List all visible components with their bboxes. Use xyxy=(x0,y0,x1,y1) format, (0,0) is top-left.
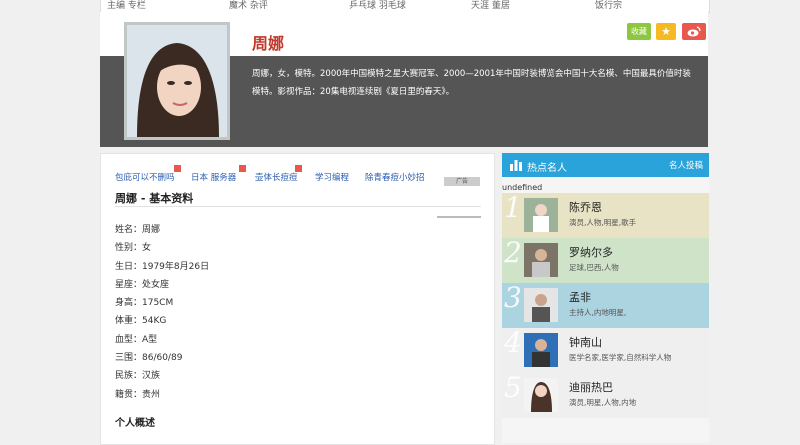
celebrity-tags: 演员,人物,明星,歌手 xyxy=(569,218,637,227)
divider xyxy=(115,206,481,207)
hot-badge xyxy=(174,165,181,172)
celebrity-list-item[interactable]: 1 陈乔恩 演员,人物,明星,歌手 xyxy=(502,191,709,238)
avatar xyxy=(524,288,558,322)
rank-number: 1 xyxy=(504,191,522,224)
info-row: 生日：1979年8月26日 xyxy=(115,261,210,272)
basic-info-list: 姓名：周娜 性别：女 生日：1979年8月26日 星座：处女座 身高：175CM… xyxy=(115,221,209,404)
section-title: 周娜 - 基本资料 xyxy=(115,192,194,205)
top-nav-item[interactable]: 饭行宗 xyxy=(595,0,622,11)
sidebar-title: 热点名人 xyxy=(527,163,567,174)
info-row: 三围：86/60/89 xyxy=(115,353,183,364)
avatar xyxy=(524,378,558,412)
celebrity-name[interactable]: 罗纳尔多 xyxy=(569,244,613,260)
celebrity-name: 周娜 xyxy=(252,34,285,53)
celebrity-tags: 医学名家,医学家,自然科学人物 xyxy=(569,353,672,362)
avatar xyxy=(524,333,558,367)
main-content: 包庇可以不删吗 日本 服务器 壶体长痘痘 学习编程 除青春痘小妙招 广告 周娜 … xyxy=(100,153,495,445)
hot-celebrities-sidebar: 热点名人 名人投稿 undefined 1 陈乔恩 演员,人物,明星,歌手 2 … xyxy=(502,153,709,443)
celebrity-tags: 演员,明星,人物,内地 xyxy=(569,398,637,407)
info-row: 星座：处女座 xyxy=(115,279,170,290)
rank-number: 5 xyxy=(504,371,522,404)
celebrity-tags: 主持人,内地明星, xyxy=(569,308,627,317)
favorite-button[interactable]: 收藏 xyxy=(627,23,651,40)
star-button[interactable]: ★ xyxy=(656,23,676,40)
avatar xyxy=(524,198,558,232)
info-row: 体重：54KG xyxy=(115,316,167,327)
ad-link[interactable]: 除青春痘小妙招 xyxy=(365,171,425,183)
celebrity-name[interactable]: 孟非 xyxy=(569,289,591,305)
info-row: 民族：汉族 xyxy=(115,371,161,382)
rank-number: 3 xyxy=(504,281,522,314)
avatar xyxy=(524,243,558,277)
weibo-icon xyxy=(687,26,701,37)
celebrity-name[interactable]: 钟南山 xyxy=(569,334,602,350)
submit-celebrity-link[interactable]: 名人投稿 xyxy=(669,159,703,171)
info-row: 身高：175CM xyxy=(115,298,174,309)
info-row: 姓名：周娜 xyxy=(115,225,161,235)
celebrity-list-item[interactable]: 3 孟非 主持人,内地明星, xyxy=(502,281,709,328)
celebrity-description: 周娜，女，模特。2000年中国模特之星大赛冠军、2000—2001年中国时装博览… xyxy=(252,69,691,97)
overview-title: 个人概述 xyxy=(115,418,155,429)
ad-badge: 广告 xyxy=(444,177,480,186)
ad-link[interactable]: 学习编程 xyxy=(315,171,349,183)
top-nav-item[interactable]: 主编 专栏 xyxy=(107,0,146,11)
celebrity-portrait xyxy=(124,22,230,140)
celebrity-header: 周娜 周娜，女，模特。2000年中国模特之星大赛冠军、2000—2001年中国时… xyxy=(100,12,708,147)
hot-badge xyxy=(295,165,302,172)
celebrity-list-item[interactable]: 2 罗纳尔多 足球,巴西,人物 xyxy=(502,236,709,283)
top-nav-item[interactable]: 天涯 董居 xyxy=(471,0,510,11)
ad-link[interactable]: 包庇可以不删吗 xyxy=(115,171,175,183)
celebrity-name[interactable]: 迪丽热巴 xyxy=(569,379,613,395)
divider-accent xyxy=(437,216,481,218)
weibo-share-button[interactable] xyxy=(682,23,706,40)
rank-number: 2 xyxy=(504,236,522,269)
info-row: 血型：A型 xyxy=(115,334,158,345)
bar-chart-icon xyxy=(510,160,522,171)
celebrity-list-item[interactable]: 5 迪丽热巴 演员,明星,人物,内地 xyxy=(502,371,709,418)
ad-link[interactable]: 日本 服务器 xyxy=(191,171,236,183)
ad-link[interactable]: 壶体长痘痘 xyxy=(255,171,298,183)
celebrity-tags: 足球,巴西,人物 xyxy=(569,263,619,272)
hot-badge xyxy=(239,165,246,172)
top-nav-item[interactable]: 乒乓球 羽毛球 xyxy=(349,0,406,11)
rank-number: 4 xyxy=(504,326,522,359)
info-row: 籍贯：贵州 xyxy=(115,389,161,400)
celebrity-list-item[interactable]: 4 钟南山 医学名家,医学家,自然科学人物 xyxy=(502,326,709,373)
sidebar-header: 热点名人 名人投稿 xyxy=(502,153,709,177)
celebrity-name[interactable]: 陈乔恩 xyxy=(569,199,602,215)
top-nav-item[interactable]: 魔术 杂评 xyxy=(229,0,268,11)
info-row: 性别：女 xyxy=(115,243,152,254)
